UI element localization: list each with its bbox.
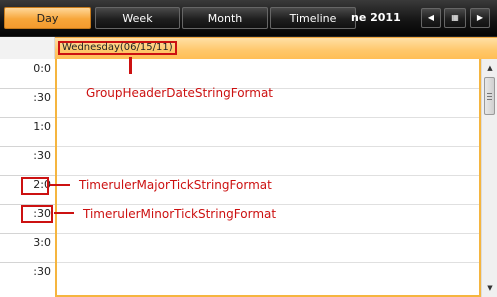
group-header-annotation-label: GroupHeaderDateStringFormat: [86, 86, 274, 100]
minor-tick-label: :30: [33, 265, 51, 278]
arrow-down-icon: ▼: [487, 284, 493, 292]
tick-line: [0, 88, 55, 89]
month-view-button[interactable]: Month: [182, 7, 268, 29]
previous-button[interactable]: ◀: [421, 8, 441, 28]
grip-line: [487, 93, 492, 94]
scroll-up-button[interactable]: ▲: [483, 61, 497, 75]
calendar-button[interactable]: ▦: [444, 8, 466, 28]
group-header-row: Wednesday(06/15/11): [0, 37, 497, 59]
vertical-scrollbar[interactable]: ▲ ▼: [481, 59, 497, 297]
scheduler: Day Week Month Timeline ne 2011 ◀ ▦ ▶ We…: [0, 0, 497, 297]
tick-line: [0, 117, 55, 118]
week-view-button[interactable]: Week: [95, 7, 180, 29]
chevron-right-icon: ▶: [476, 13, 484, 22]
major-tick-annotation-label: TimerulerMajorTickStringFormat: [79, 178, 272, 192]
chevron-left-icon: ◀: [427, 13, 435, 22]
group-header: Wednesday(06/15/11): [55, 37, 497, 59]
major-tick-label: 3:0: [33, 236, 51, 249]
tick-line: [0, 146, 55, 147]
calendar-icon: ▦: [451, 13, 459, 22]
grip-line: [487, 96, 492, 97]
tick-line: [0, 262, 55, 263]
time-slot-line: [57, 262, 479, 263]
minor-tick-annotation-box: [21, 205, 53, 223]
major-tick-annotation-box: [21, 177, 49, 195]
scrollbar-thumb[interactable]: [484, 77, 495, 115]
tick-line: [0, 175, 55, 176]
time-slot-line: [57, 175, 479, 176]
minor-tick-label: :30: [33, 149, 51, 162]
minor-tick-label: :30: [33, 91, 51, 104]
time-slot-line: [57, 146, 479, 147]
time-slot-line: [57, 117, 479, 118]
scroll-down-button[interactable]: ▼: [483, 281, 497, 295]
day-view-button[interactable]: Day: [4, 7, 91, 29]
arrow-up-icon: ▲: [487, 64, 493, 72]
timeruler-header-spacer: [0, 37, 55, 59]
tick-line: [0, 233, 55, 234]
group-header-date: Wednesday(06/15/11): [58, 41, 177, 55]
major-tick-label: 0:0: [33, 62, 51, 75]
next-button[interactable]: ▶: [470, 8, 490, 28]
time-slot-line: [57, 233, 479, 234]
minor-tick-annotation-line: [54, 212, 74, 214]
scheduler-toolbar: Day Week Month Timeline ne 2011 ◀ ▦ ▶: [0, 0, 497, 37]
major-tick-label: 1:0: [33, 120, 51, 133]
time-slot-line: [57, 204, 479, 205]
grip-line: [487, 99, 492, 100]
timeline-view-button[interactable]: Timeline: [270, 7, 356, 29]
minor-tick-annotation-label: TimerulerMinorTickStringFormat: [83, 207, 277, 221]
current-date-title: ne 2011: [351, 11, 401, 24]
group-header-annotation-line: [129, 57, 132, 74]
major-tick-annotation-line: [50, 184, 70, 186]
